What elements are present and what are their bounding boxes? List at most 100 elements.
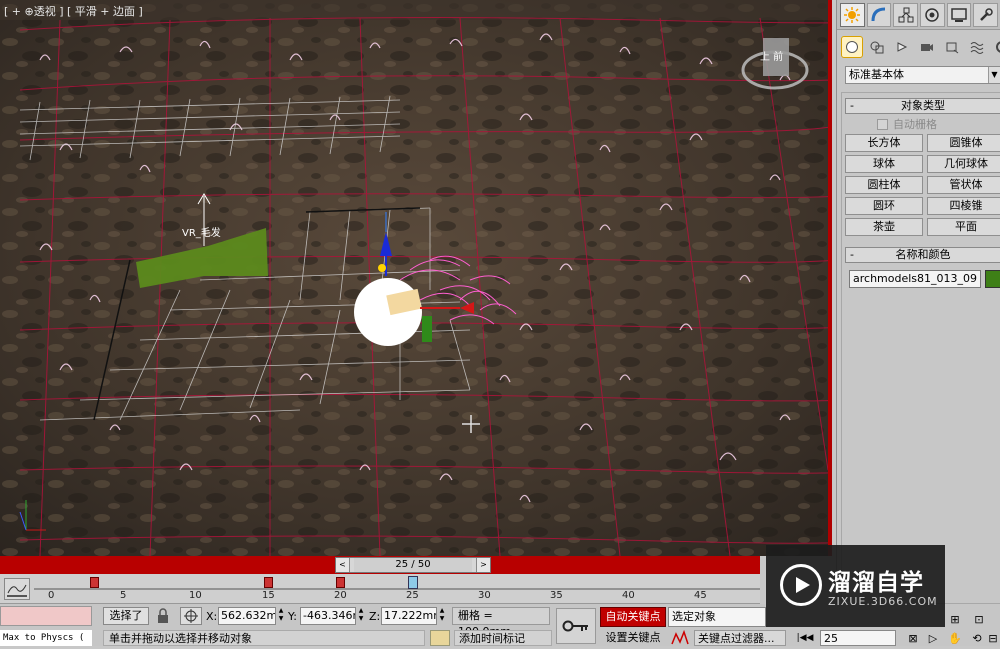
cylinder-button[interactable]: 圆柱体: [845, 176, 923, 194]
prev-frame-button[interactable]: <: [336, 558, 350, 572]
current-frame-field[interactable]: 25: [820, 630, 896, 646]
pan-hand-icon[interactable]: ✋: [946, 631, 964, 647]
command-panel: 标准基本体 ▼ - 对象类型 自动栅格 长方体 圆锥体 球体 几何球体 圆柱体 …: [836, 0, 1000, 604]
x-spinner-icon[interactable]: ▲ ▼: [277, 607, 285, 625]
timeline-ruler[interactable]: 0 5 10 15 20 25 30 35 40 45: [34, 574, 760, 604]
hierarchy-tab-icon[interactable]: [893, 3, 919, 27]
tick-label: 10: [189, 590, 202, 601]
cone-button[interactable]: 圆锥体: [927, 134, 1000, 152]
set-key-icon[interactable]: [556, 608, 596, 644]
helpers-icon[interactable]: [941, 36, 963, 58]
viewport-scene: [0, 0, 828, 556]
orbit-icon[interactable]: ▷: [924, 631, 942, 647]
motion-tab-icon[interactable]: [920, 3, 945, 27]
tick-label: 35: [550, 590, 563, 601]
maximize-viewport-icon[interactable]: ⊟: [984, 631, 1000, 647]
prompt-line: 单击并拖动以选择并移动对象: [103, 630, 425, 646]
viewport-label[interactable]: [ + ⊕透视 ] [ 平滑 + 边面 ]: [4, 3, 143, 19]
object-categories: [841, 36, 1000, 60]
watermark: 溜溜自学 ZIXUE.3D66.COM: [766, 545, 945, 627]
goto-start-icon[interactable]: |◀◀: [794, 630, 816, 646]
z-spinner-icon[interactable]: ▲ ▼: [438, 607, 446, 625]
object-type-rollout-header[interactable]: - 对象类型: [845, 98, 1000, 114]
tick-label: 30: [478, 590, 491, 601]
tick-label: 25: [406, 590, 419, 601]
x-label: X:: [206, 610, 218, 623]
play-logo-icon: [780, 564, 822, 606]
viewcube-label: 上 前: [760, 52, 784, 63]
utilities-tab-icon[interactable]: [973, 3, 999, 27]
time-tag-icon[interactable]: [430, 630, 450, 646]
absolute-mode-icon[interactable]: [180, 607, 202, 625]
geosphere-button[interactable]: 几何球体: [927, 155, 1000, 173]
maxscript-mini-listener[interactable]: Max to Physcs (: [0, 630, 92, 646]
collapse-toggle[interactable]: -: [850, 99, 854, 113]
keyframe-marker[interactable]: [264, 577, 273, 588]
object-name-field[interactable]: archmodels81_013_09: [849, 270, 981, 288]
x-coordinate-field[interactable]: 562.632mr: [218, 607, 276, 625]
object-color-swatch[interactable]: [985, 270, 1000, 288]
selection-count: 选择了: [103, 607, 149, 625]
shapes-icon[interactable]: [866, 36, 888, 58]
autogrid-checkbox[interactable]: 自动栅格: [877, 116, 937, 132]
auto-key-button[interactable]: 自动关键点: [600, 607, 666, 627]
y-coordinate-field[interactable]: -463.346m: [300, 607, 356, 625]
field-of-view-icon[interactable]: ⊠: [904, 631, 922, 647]
object-label: VR_毛发: [182, 228, 221, 239]
cameras-icon[interactable]: [916, 36, 938, 58]
tick-label: 45: [694, 590, 707, 601]
selection-lock-icon[interactable]: [154, 607, 174, 625]
zoom-all-icon[interactable]: ⊡: [970, 612, 988, 628]
z-coordinate-field[interactable]: 17.222mm: [381, 607, 437, 625]
curve-editor-icon[interactable]: [4, 578, 30, 600]
keyframe-marker[interactable]: [336, 577, 345, 588]
tube-button[interactable]: 管状体: [927, 176, 1000, 194]
tick-label: 15: [262, 590, 275, 601]
time-slider[interactable]: < 25 / 50 >: [335, 557, 491, 573]
plane-button[interactable]: 平面: [927, 218, 1000, 236]
key-selection-dropdown[interactable]: 选定对象: [668, 607, 766, 627]
watermark-url: ZIXUE.3D66.COM: [828, 595, 938, 608]
create-tab-icon[interactable]: [840, 3, 865, 27]
primitive-type-dropdown[interactable]: 标准基本体 ▼: [845, 66, 1000, 84]
chevron-down-icon[interactable]: ▼: [988, 67, 1000, 83]
name-color-rollout-header[interactable]: - 名称和颜色: [845, 247, 1000, 263]
add-time-tag[interactable]: 添加时间标记: [454, 630, 552, 646]
rollout-title: 对象类型: [901, 99, 945, 112]
perspective-viewport[interactable]: [ + ⊕透视 ] [ 平滑 + 边面 ] VR_毛发 上 前: [0, 0, 832, 556]
zoom-extents-icon[interactable]: ⊞: [946, 612, 964, 628]
tick-label: 5: [120, 590, 127, 601]
maxscript-listener-pane[interactable]: [0, 606, 92, 626]
track-bar[interactable]: 0 5 10 15 20 25 30 35 40 45: [0, 574, 760, 604]
tick-label: 40: [622, 590, 635, 601]
time-slider-thumb[interactable]: 25 / 50: [354, 558, 472, 572]
tick-label: 20: [334, 590, 347, 601]
key-mode-icon[interactable]: [670, 629, 690, 646]
teapot-button[interactable]: 茶壶: [845, 218, 923, 236]
light-sphere[interactable]: [354, 278, 422, 346]
display-tab-icon[interactable]: [946, 3, 972, 27]
grid-size: 栅格 = 100.0mm: [452, 607, 550, 638]
set-key-button[interactable]: 设置关键点: [600, 630, 666, 646]
pyramid-button[interactable]: 四棱锥: [927, 197, 1000, 215]
spacewarps-icon[interactable]: [966, 36, 988, 58]
next-frame-button[interactable]: >: [476, 558, 490, 572]
watermark-title: 溜溜自学: [828, 570, 924, 596]
time-slider-bar: < 25 / 50 >: [0, 556, 760, 574]
modify-tab-icon[interactable]: [866, 3, 892, 27]
box-button[interactable]: 长方体: [845, 134, 923, 152]
y-spinner-icon[interactable]: ▲ ▼: [357, 607, 365, 625]
current-frame-marker[interactable]: [408, 576, 418, 589]
collapse-toggle[interactable]: -: [850, 248, 854, 262]
keyframe-marker[interactable]: [90, 577, 99, 588]
tick-label: 0: [48, 590, 55, 601]
checkbox-icon[interactable]: [877, 118, 888, 130]
sphere-button[interactable]: 球体: [845, 155, 923, 173]
command-tabs: [837, 0, 1000, 30]
key-filters-button[interactable]: 关键点过滤器...: [694, 630, 786, 646]
torus-button[interactable]: 圆环: [845, 197, 923, 215]
lights-icon[interactable]: [891, 36, 913, 58]
y-label: Y:: [288, 610, 297, 623]
systems-icon[interactable]: [991, 36, 1000, 58]
geometry-icon[interactable]: [841, 36, 863, 58]
